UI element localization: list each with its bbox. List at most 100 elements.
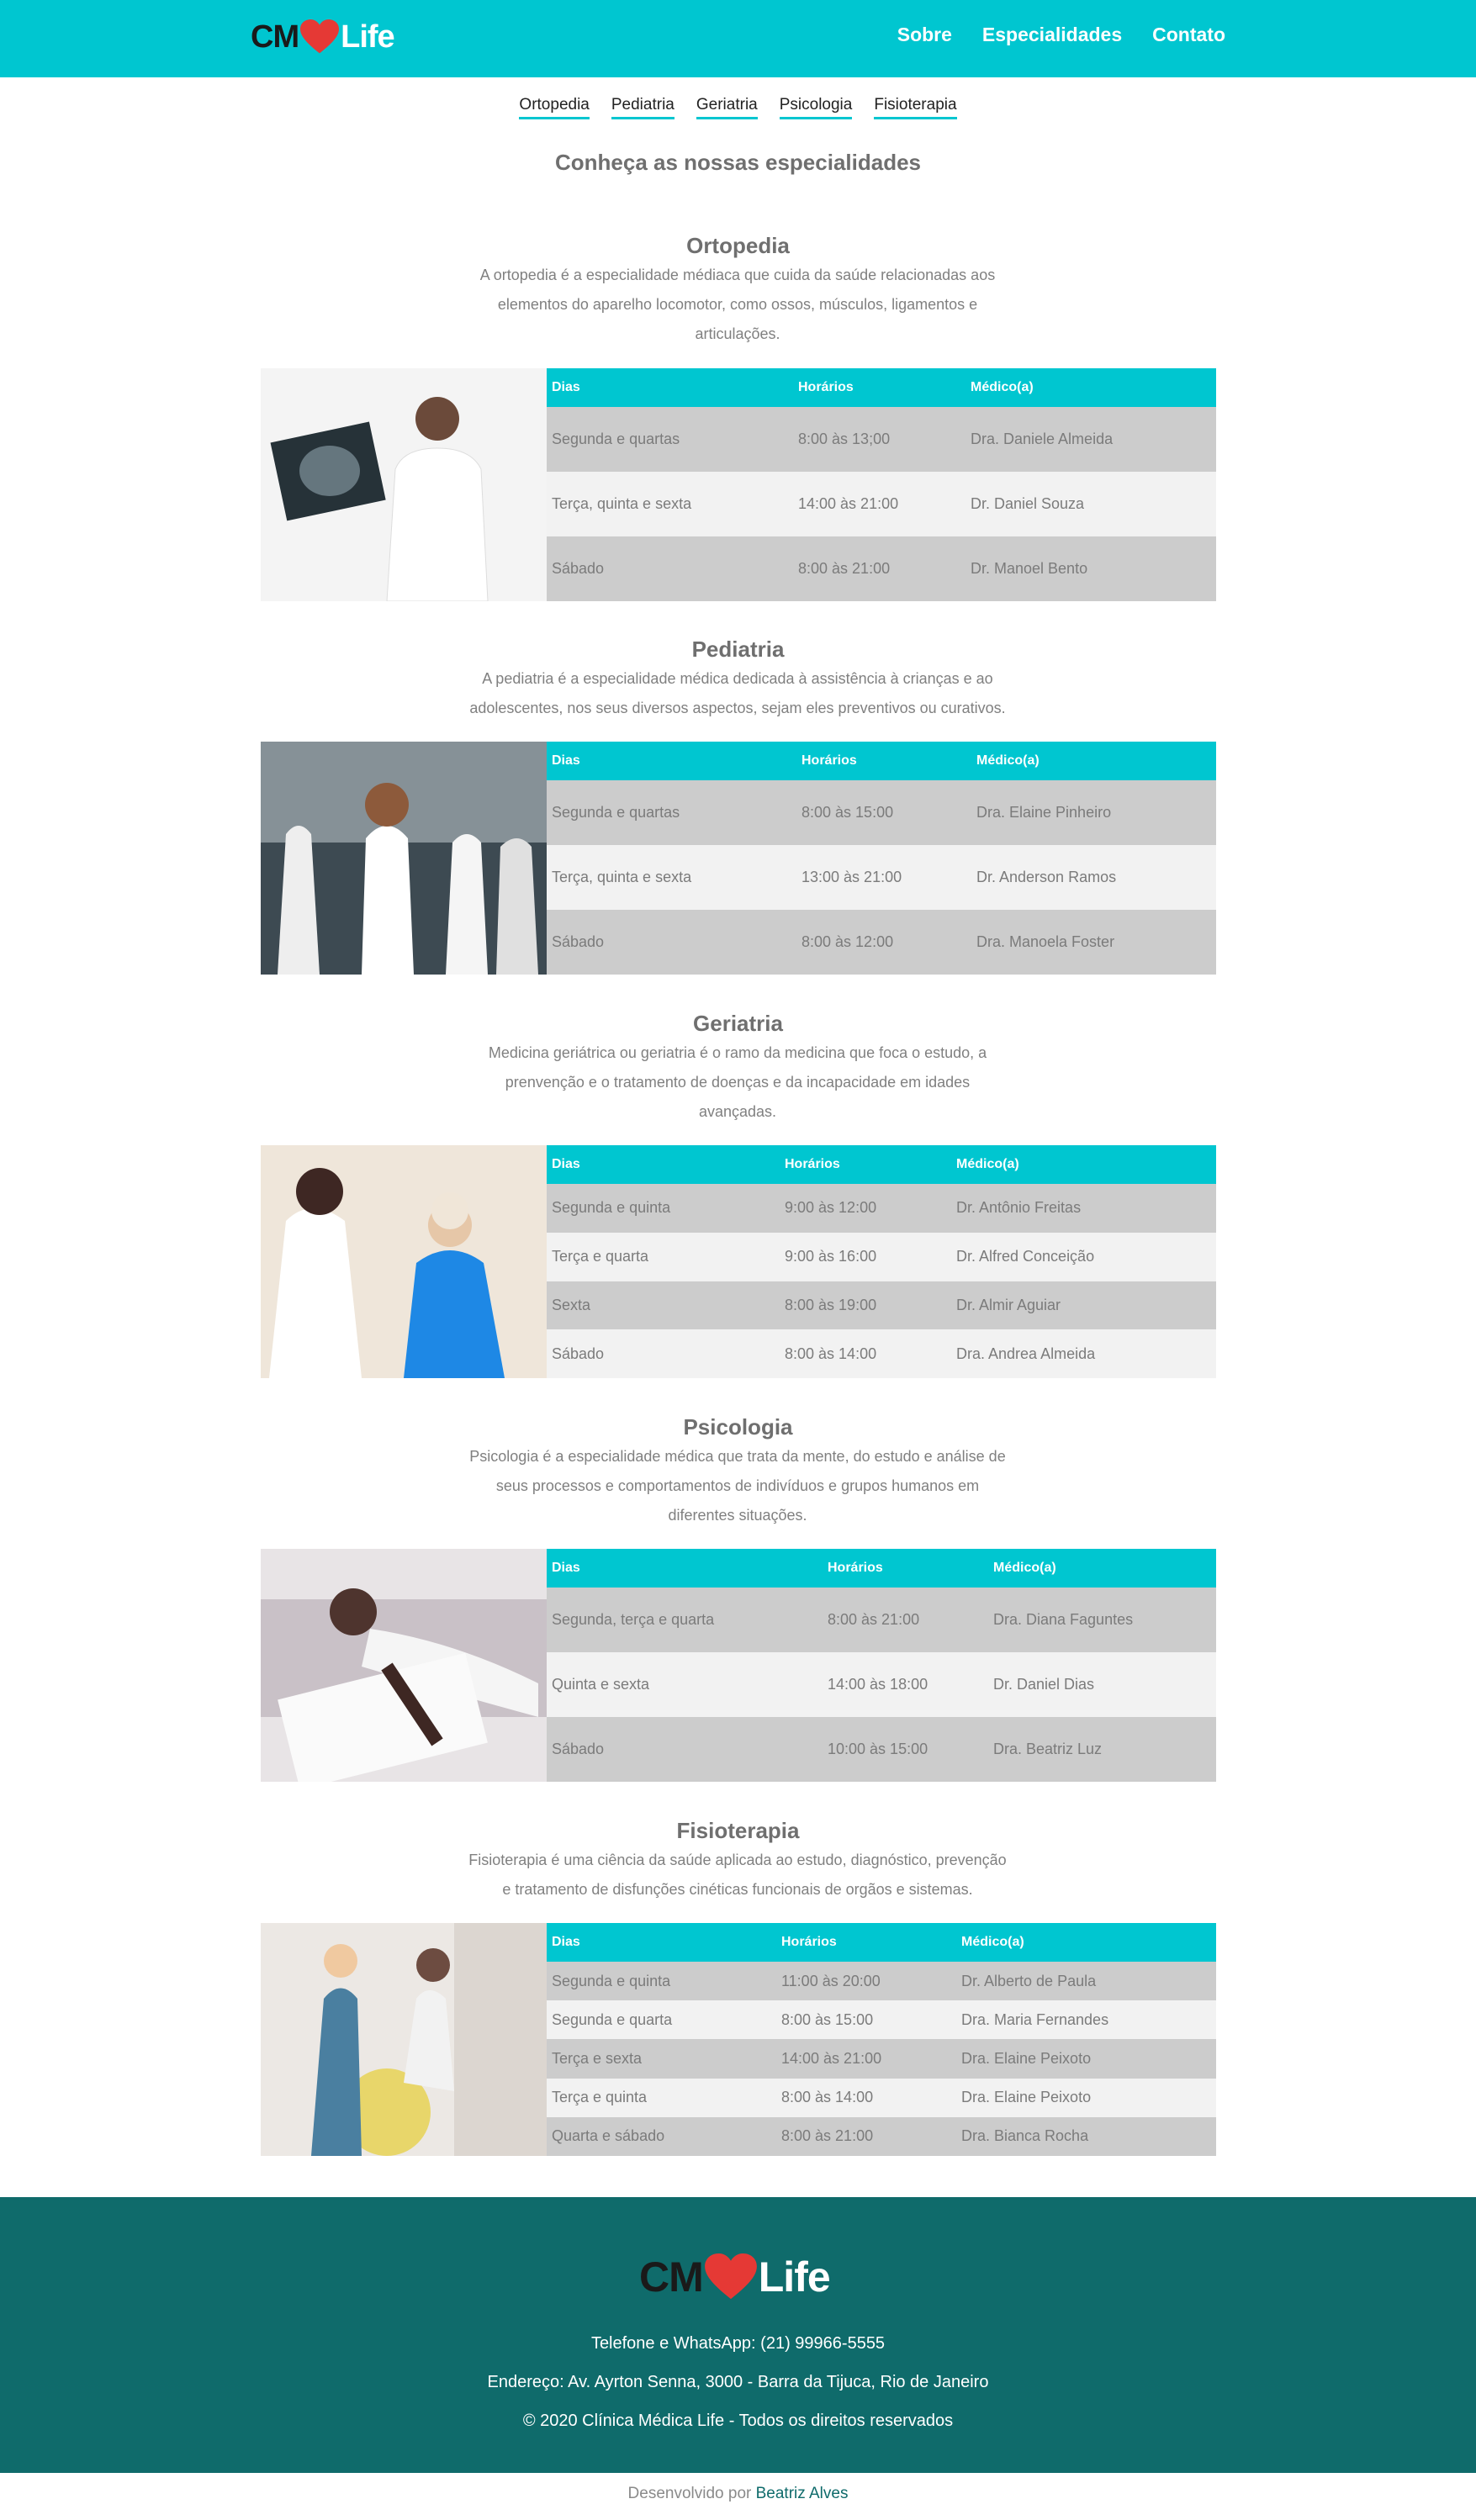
heart-icon <box>704 2253 757 2300</box>
desc-line: A pediatria é a especialidade médica ded… <box>482 670 993 687</box>
cell-day: Terça, quinta e sexta <box>552 869 692 885</box>
desc-line: diferentes situações. <box>668 1507 807 1524</box>
col-horarios: Horários <box>801 753 857 768</box>
table-header: Dias Horários Médico(a) <box>547 1549 1216 1588</box>
anchor-link-pediatria[interactable]: Pediatria <box>611 96 675 119</box>
table-row: Segunda e quarta 8:00 às 15:00 Dra. Mari… <box>547 2000 1216 2040</box>
section-title-pediatria: Pediatria <box>691 637 785 662</box>
credit-author-link[interactable]: Beatriz Alves <box>756 2485 849 2502</box>
cell-day: Sexta <box>552 1296 591 1313</box>
table-row: Segunda, terça e quarta 8:00 às 21:00 Dr… <box>547 1588 1216 1652</box>
schedule-block-psicologia: Dias Horários Médico(a) Segunda, terça e… <box>261 1549 1216 1782</box>
col-medico: Médico(a) <box>976 753 1040 768</box>
cell-day: Segunda e quartas <box>552 431 680 447</box>
table-row: Segunda e quartas 8:00 às 15:00 Dra. Ela… <box>547 780 1216 845</box>
col-dias: Dias <box>552 1935 580 1949</box>
desc-line: Medicina geriátrica ou geriatria é o ram… <box>488 1044 987 1061</box>
cell-hours: 8:00 às 21:00 <box>828 1611 920 1628</box>
footer-address: Endereço: Av. Ayrton Senna, 3000 - Barra… <box>487 2373 989 2391</box>
section-desc-psicologia: Psicologia é a especialidade médica que … <box>443 1442 1032 1530</box>
desc-line: Fisioterapia é uma ciência da saúde apli… <box>468 1852 1007 1868</box>
cell-day: Segunda e quinta <box>552 1972 671 1989</box>
cell-doctor: Dr. Daniel Dias <box>993 1676 1095 1693</box>
table-row: Segunda e quinta 9:00 às 12:00 Dr. Antôn… <box>547 1184 1216 1233</box>
cell-day: Quarta e sábado <box>552 2127 665 2145</box>
col-horarios: Horários <box>798 380 854 394</box>
cell-doctor: Dra. Elaine Peixoto <box>961 2050 1092 2067</box>
cell-hours: 11:00 às 20:00 <box>781 1972 881 1989</box>
table-row: Quarta e sábado 8:00 às 21:00 Dra. Bianc… <box>547 2116 1216 2157</box>
section-title-psicologia: Psicologia <box>683 1414 793 1440</box>
nav-link-especialidades[interactable]: Especialidades <box>982 24 1122 46</box>
heart-icon <box>300 19 340 54</box>
table-header: Dias Horários Médico(a) <box>547 1145 1216 1184</box>
cell-doctor: Dr. Antônio Freitas <box>956 1199 1082 1217</box>
footer-logo: CM Life <box>639 2248 831 2306</box>
cell-hours: 8:00 às 14:00 <box>781 2089 874 2106</box>
cell-doctor: Dr. Alberto de Paula <box>961 1972 1097 1989</box>
credit-prefix: Desenvolvido por <box>627 2485 752 2502</box>
cell-day: Segunda, terça e quarta <box>552 1611 715 1628</box>
cell-day: Segunda e quartas <box>552 804 680 821</box>
cell-doctor: Dra. Manoela Foster <box>976 933 1115 950</box>
section-desc-ortopedia: A ortopedia é a especialidade médiaca qu… <box>443 261 1032 349</box>
desc-line: Psicologia é a especialidade médica que … <box>469 1448 1006 1465</box>
cell-doctor: Dra. Andrea Almeida <box>956 1345 1096 1362</box>
anchor-link-geriatria[interactable]: Geriatria <box>696 96 758 119</box>
desc-line: elementos do aparelho locomotor, como os… <box>497 296 978 313</box>
table-row: Segunda e quinta 11:00 às 20:00 Dr. Albe… <box>547 1962 1216 2001</box>
cell-hours: 8:00 às 19:00 <box>785 1296 877 1313</box>
table-header: Dias Horários Médico(a) <box>547 1923 1216 1962</box>
nav-link-contato[interactable]: Contato <box>1152 24 1225 46</box>
cell-doctor: Dr. Manoel Bento <box>971 560 1088 577</box>
cell-hours: 13:00 às 21:00 <box>801 869 902 885</box>
footer-phone: Telefone e WhatsApp: (21) 99966-5555 <box>590 2334 886 2353</box>
photo-pediatric-team <box>261 742 547 975</box>
cell-day: Segunda e quinta <box>552 1199 671 1217</box>
section-title-fisioterapia: Fisioterapia <box>676 1818 800 1843</box>
schedule-table: Dias Horários Médico(a) Segunda, terça e… <box>547 1549 1216 1782</box>
page-title: Conheça as nossas especialidades <box>555 150 921 175</box>
cell-hours: 8:00 às 13;00 <box>798 431 891 447</box>
cell-hours: 8:00 às 12:00 <box>801 933 894 950</box>
cell-day: Sábado <box>552 1741 605 1757</box>
col-dias: Dias <box>552 380 580 394</box>
cell-hours: 8:00 às 15:00 <box>801 804 894 821</box>
cell-doctor: Dr. Almir Aguiar <box>956 1296 1061 1313</box>
cell-day: Terça e sexta <box>552 2050 643 2067</box>
logo[interactable]: CM Life <box>251 13 395 61</box>
cell-doctor: Dra. Bianca Rocha <box>961 2127 1089 2145</box>
schedule-table: Dias Horários Médico(a) Segunda e quarta… <box>547 368 1216 601</box>
anchor-link-ortopedia[interactable]: Ortopedia <box>519 96 590 119</box>
anchor-link-psicologia[interactable]: Psicologia <box>779 96 853 119</box>
table-row: Sexta 8:00 às 19:00 Dr. Almir Aguiar <box>547 1281 1216 1330</box>
col-dias: Dias <box>552 1157 580 1171</box>
cell-hours: 8:00 às 15:00 <box>781 2010 874 2028</box>
cell-day: Segunda e quarta <box>552 2010 673 2028</box>
section-desc-geriatria: Medicina geriátrica ou geriatria é o ram… <box>443 1038 1032 1127</box>
desc-line: seus processos e comportamentos de indiv… <box>495 1477 980 1494</box>
cell-hours: 9:00 às 12:00 <box>785 1199 877 1217</box>
schedule-block-geriatria: Dias Horários Médico(a) Segunda e quinta… <box>261 1145 1216 1378</box>
cell-doctor: Dra. Daniele Almeida <box>971 431 1114 447</box>
table-row: Terça, quinta e sexta 14:00 às 21:00 Dr.… <box>547 472 1216 536</box>
cell-day: Sábado <box>552 933 605 950</box>
desc-line: A ortopedia é a especialidade médiaca qu… <box>479 267 996 283</box>
cell-doctor: Dra. Elaine Peixoto <box>961 2089 1092 2106</box>
anchor-link-fisioterapia[interactable]: Fisioterapia <box>874 96 957 119</box>
cell-hours: 9:00 às 16:00 <box>785 1248 877 1265</box>
cell-hours: 14:00 às 21:00 <box>798 495 899 512</box>
cell-day: Sábado <box>552 560 605 577</box>
col-medico: Médico(a) <box>993 1561 1056 1575</box>
col-dias: Dias <box>552 753 580 768</box>
cell-hours: 8:00 às 14:00 <box>785 1345 877 1362</box>
footer-copyright: © 2020 Clínica Médica Life - Todos os di… <box>522 2412 954 2430</box>
table-row: Sábado 8:00 às 12:00 Dra. Manoela Foster <box>547 910 1216 975</box>
col-dias: Dias <box>552 1561 580 1575</box>
logo-text-life: Life <box>341 18 395 55</box>
nav-link-sobre[interactable]: Sobre <box>897 24 952 46</box>
col-horarios: Horários <box>781 1935 837 1949</box>
cell-doctor: Dra. Diana Faguntes <box>993 1611 1134 1628</box>
photo-geriatric-care <box>261 1145 547 1378</box>
col-medico: Médico(a) <box>971 380 1034 394</box>
